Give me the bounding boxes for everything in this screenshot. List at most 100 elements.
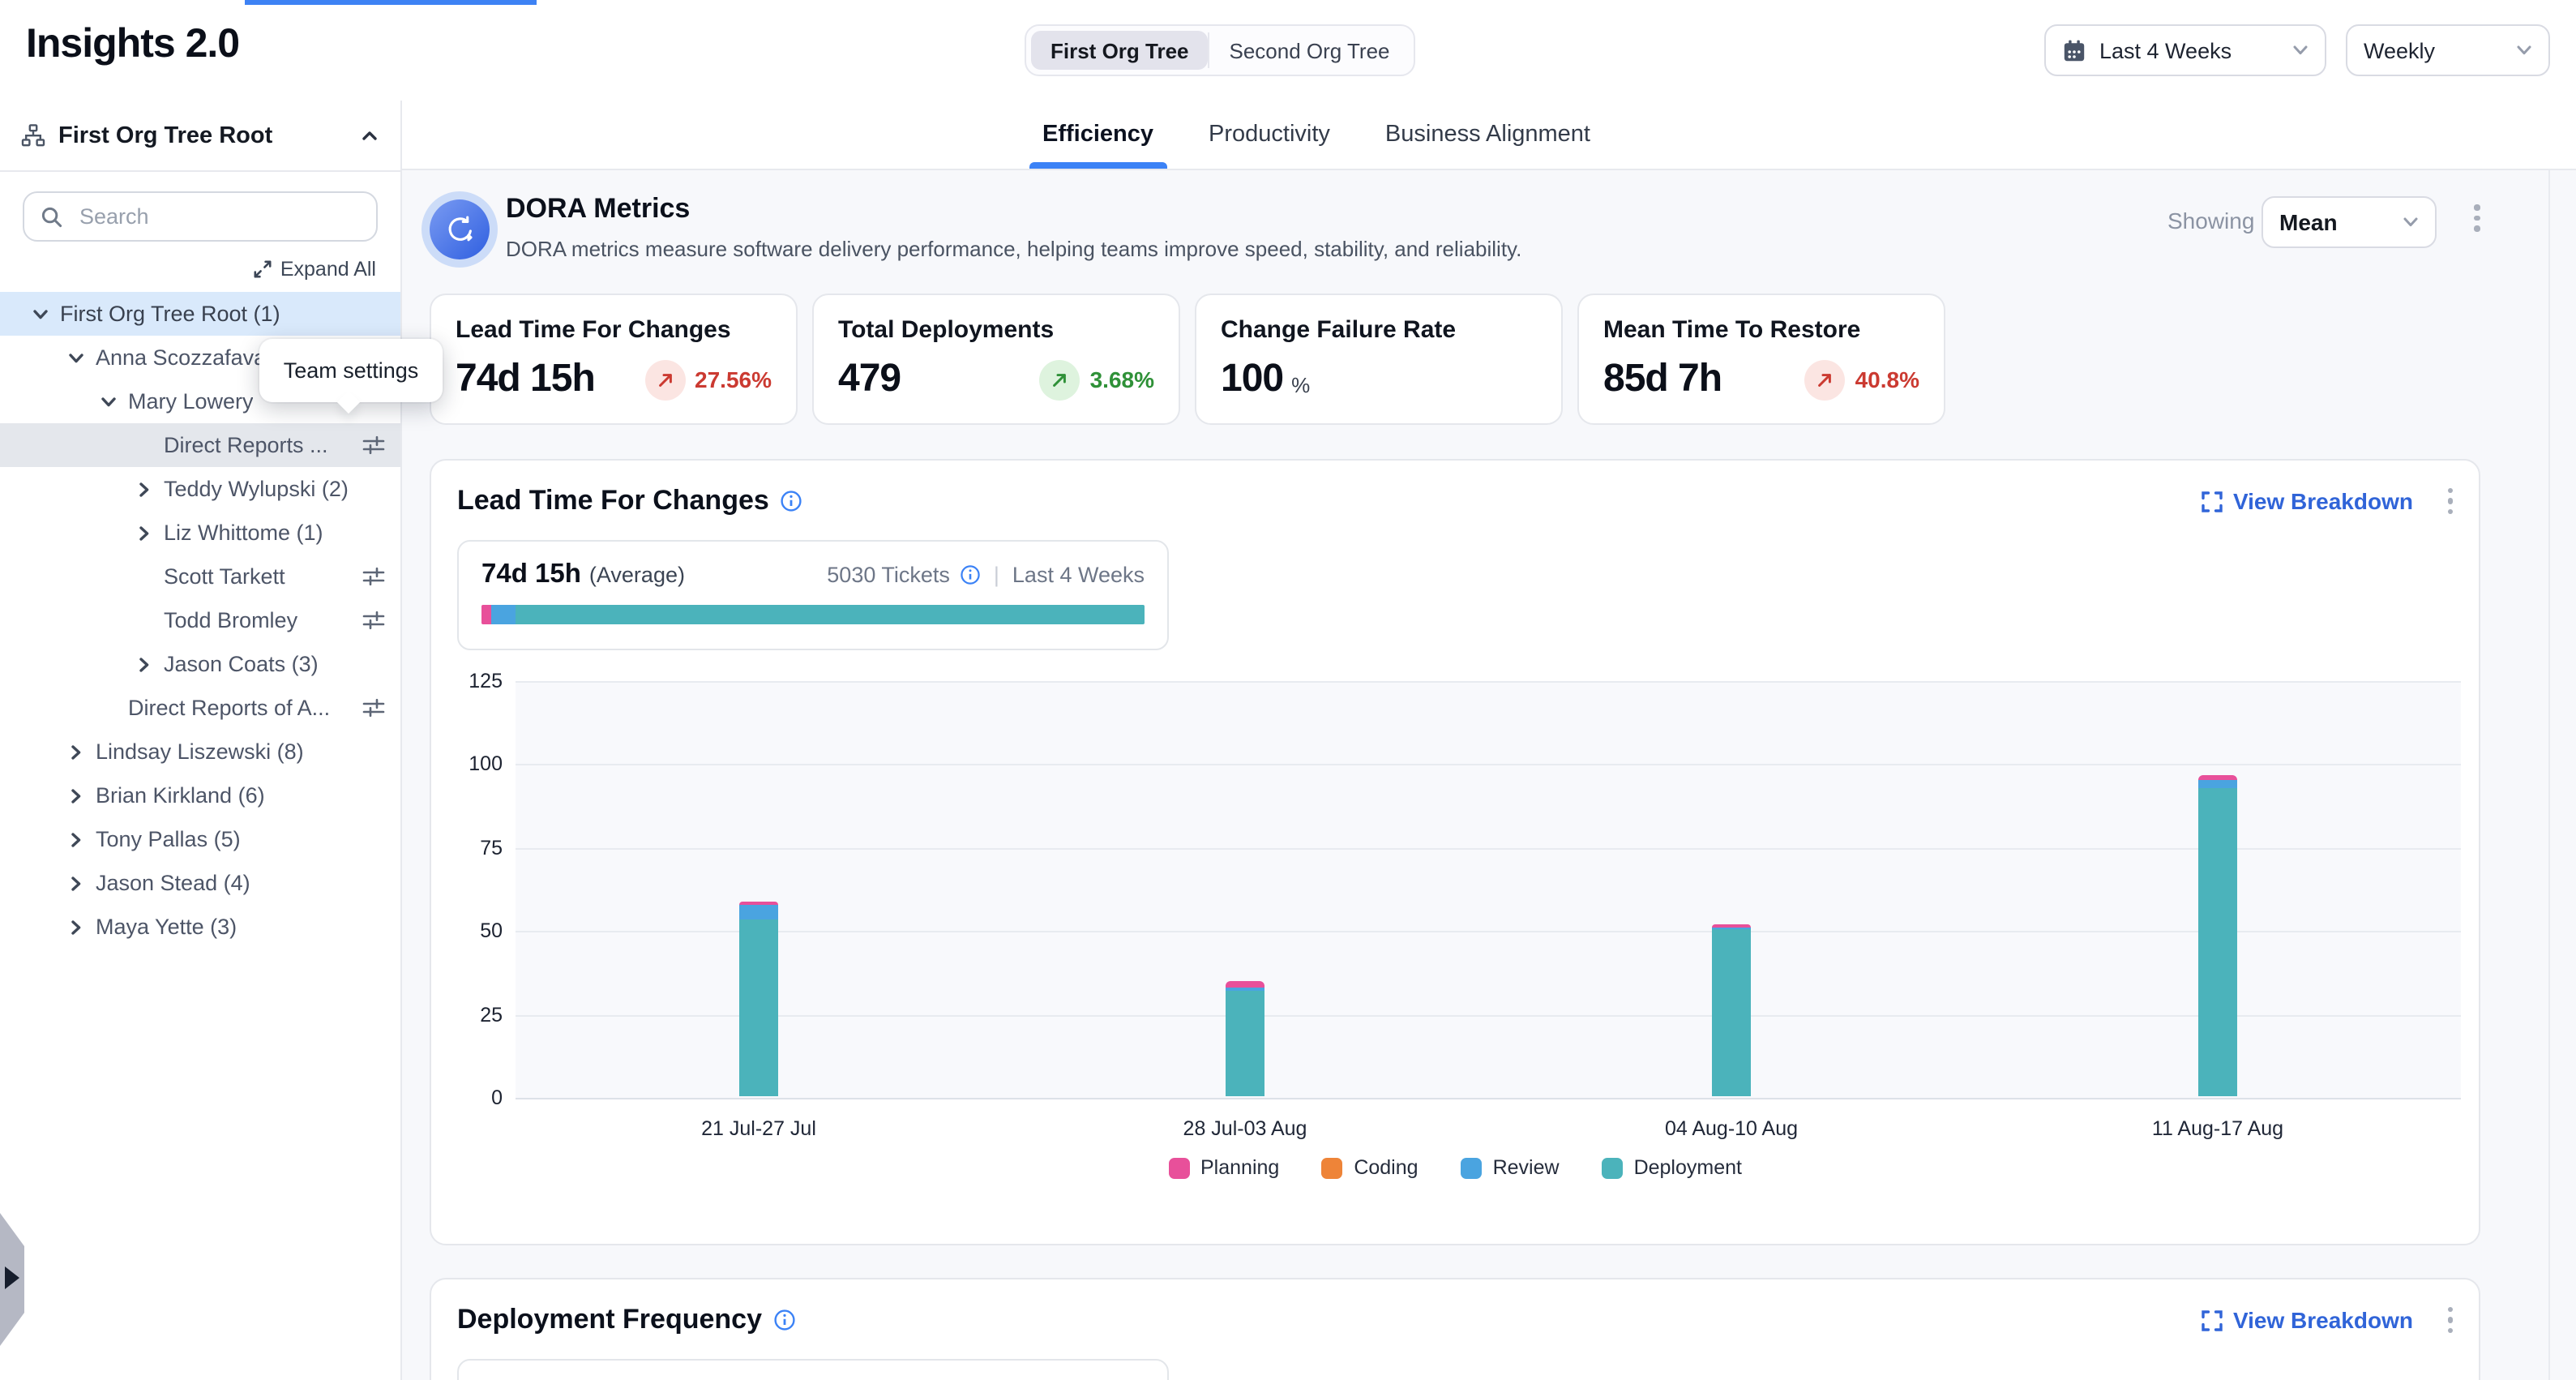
legend-label: Deployment (1634, 1156, 1742, 1179)
tree-row-maya-yette[interactable]: Maya Yette (3) (0, 905, 400, 949)
stacked-bar[interactable] (2198, 774, 2237, 1096)
tree-row-teddy-wylupski[interactable]: Teddy Wylupski (2) (0, 467, 400, 511)
chevron-down-icon[interactable] (65, 349, 88, 366)
trend-up-icon (1805, 359, 1846, 400)
org-tree-sidebar: First Org Tree Root Expand All First Org… (0, 101, 402, 1380)
legend-swatch (1602, 1157, 1623, 1178)
showing-label: Showing (2167, 208, 2254, 234)
tree-row-label: Direct Reports ... (164, 433, 328, 457)
review-segment (491, 605, 515, 624)
tree-row-scott-tarkett[interactable]: Scott Tarkett (0, 555, 400, 598)
lead-time-summary-card: 74d 15h (Average) 5030 Tickets | Last 4 … (457, 540, 1169, 650)
metric-value: 74d 15h (456, 357, 595, 402)
tab-business-alignment[interactable]: Business Alignment (1385, 101, 1590, 169)
metric-title: Lead Time For Changes (456, 316, 772, 344)
stacked-bar[interactable] (739, 902, 778, 1096)
tree-row-jason-coats[interactable]: Jason Coats (3) (0, 642, 400, 686)
tree-row-todd-bromley[interactable]: Todd Bromley (0, 598, 400, 642)
team-settings-icon[interactable] (362, 608, 386, 632)
tree-row-first-org-tree-root[interactable]: First Org Tree Root (1) (0, 292, 400, 336)
toggle-second-org-tree[interactable]: Second Org Tree (1210, 31, 1410, 70)
x-axis-label: 28 Jul-03 Aug (1183, 1117, 1307, 1140)
showing-mean-select[interactable]: Mean (2261, 196, 2437, 248)
info-icon[interactable] (773, 1309, 796, 1331)
tree-row-jason-stead[interactable]: Jason Stead (4) (0, 861, 400, 905)
chevron-right-icon[interactable] (65, 919, 88, 935)
tree-row-direct-reports[interactable]: Direct Reports ... (0, 423, 400, 467)
dora-metrics-icon (430, 199, 490, 259)
legend-swatch (1321, 1157, 1342, 1178)
lead-time-bar-chart: 125 100 75 50 25 0 21 Jul-27 Jul (516, 681, 2461, 1098)
tree-row-label: Jason Stead (4) (96, 871, 250, 895)
insights-app: Insights 2.0 First Org Tree Second Org T… (0, 0, 2576, 1380)
info-icon[interactable] (960, 564, 981, 585)
chevron-right-icon[interactable] (65, 875, 88, 891)
main-content: Efficiency Productivity Business Alignme… (402, 101, 2576, 1380)
chart-more-menu[interactable] (2447, 1307, 2453, 1334)
legend-item-deployment[interactable]: Deployment (1602, 1156, 1742, 1179)
top-header: Insights 2.0 First Org Tree Second Org T… (0, 0, 2576, 101)
tree-row-label: Mary Lowery (128, 389, 254, 414)
tree-row-lindsay-liszewski[interactable]: Lindsay Liszewski (8) (0, 730, 400, 774)
granularity-select[interactable]: Weekly (2346, 24, 2550, 76)
metric-card-mean-time-to-restore: Mean Time To Restore 85d 7h 40.8% (1577, 294, 1945, 425)
stacked-bar[interactable] (1226, 981, 1264, 1096)
view-breakdown-link[interactable]: View Breakdown (2202, 1307, 2413, 1333)
date-range-value: Last 4 Weeks (2099, 38, 2232, 62)
chevron-right-icon[interactable] (133, 481, 156, 497)
legend-item-review[interactable]: Review (1461, 1156, 1560, 1179)
team-settings-icon[interactable] (362, 564, 386, 589)
section-tabs: Efficiency Productivity Business Alignme… (402, 101, 2576, 170)
chevron-right-icon[interactable] (133, 525, 156, 541)
tree-row-label: Brian Kirkland (6) (96, 783, 265, 808)
x-axis-label: 21 Jul-27 Jul (701, 1117, 816, 1140)
metric-title: Mean Time To Restore (1603, 316, 1919, 344)
view-breakdown-link[interactable]: View Breakdown (2202, 488, 2413, 514)
metric-card-lead-time: Lead Time For Changes 74d 15h 27.56% (430, 294, 798, 425)
tree-row-liz-whittome[interactable]: Liz Whittome (1) (0, 511, 400, 555)
chevron-down-icon[interactable] (29, 306, 52, 322)
tab-productivity[interactable]: Productivity (1209, 101, 1330, 169)
tickets-count: 5030 Tickets (827, 563, 950, 587)
summary-period: Last 4 Weeks (1012, 563, 1145, 587)
date-range-select[interactable]: Last 4 Weeks (2044, 24, 2326, 76)
tree-row-tony-pallas[interactable]: Tony Pallas (5) (0, 817, 400, 861)
calendar-icon (2062, 38, 2086, 62)
planning-segment (481, 605, 491, 624)
toggle-first-org-tree[interactable]: First Org Tree (1031, 31, 1209, 70)
metric-value: 479 (838, 357, 901, 402)
tree-row-label: Tony Pallas (5) (96, 827, 241, 851)
tree-row-direct-reports-of-a[interactable]: Direct Reports of A... (0, 686, 400, 730)
tree-row-brian-kirkland[interactable]: Brian Kirkland (6) (0, 774, 400, 817)
expand-all-label: Expand All (280, 258, 376, 281)
team-settings-tooltip: Team settings (259, 339, 443, 402)
team-settings-icon[interactable] (362, 433, 386, 457)
search-input[interactable] (76, 203, 360, 230)
tab-efficiency[interactable]: Efficiency (1042, 101, 1153, 169)
view-breakdown-label: View Breakdown (2233, 1307, 2413, 1333)
expand-all-button[interactable]: Expand All (24, 258, 376, 281)
chevron-down-icon[interactable] (97, 393, 120, 409)
chart-more-menu[interactable] (2447, 488, 2453, 515)
legend-item-planning[interactable]: Planning (1168, 1156, 1279, 1179)
chevron-right-icon[interactable] (65, 787, 88, 804)
metric-card-total-deployments: Total Deployments 479 3.68% (812, 294, 1180, 425)
page-title: Insights 2.0 (26, 21, 239, 68)
stacked-bar[interactable] (1712, 924, 1751, 1096)
y-tick: 25 (444, 1003, 503, 1026)
dora-more-menu[interactable] (2474, 204, 2480, 231)
legend-label: Coding (1354, 1156, 1418, 1179)
chevron-down-icon (2516, 42, 2532, 58)
legend-item-coding[interactable]: Coding (1321, 1156, 1418, 1179)
deployment-segment (516, 605, 1145, 624)
dora-metrics-title: DORA Metrics (506, 193, 690, 225)
search-field[interactable] (23, 191, 378, 242)
metric-title: Total Deployments (838, 316, 1154, 344)
chevron-right-icon[interactable] (65, 831, 88, 847)
info-icon[interactable] (781, 490, 803, 512)
chevron-right-icon[interactable] (133, 656, 156, 672)
y-tick: 0 (444, 1086, 503, 1109)
chevron-right-icon[interactable] (65, 744, 88, 760)
team-settings-icon[interactable] (362, 696, 386, 720)
chevron-up-icon[interactable] (360, 126, 379, 145)
